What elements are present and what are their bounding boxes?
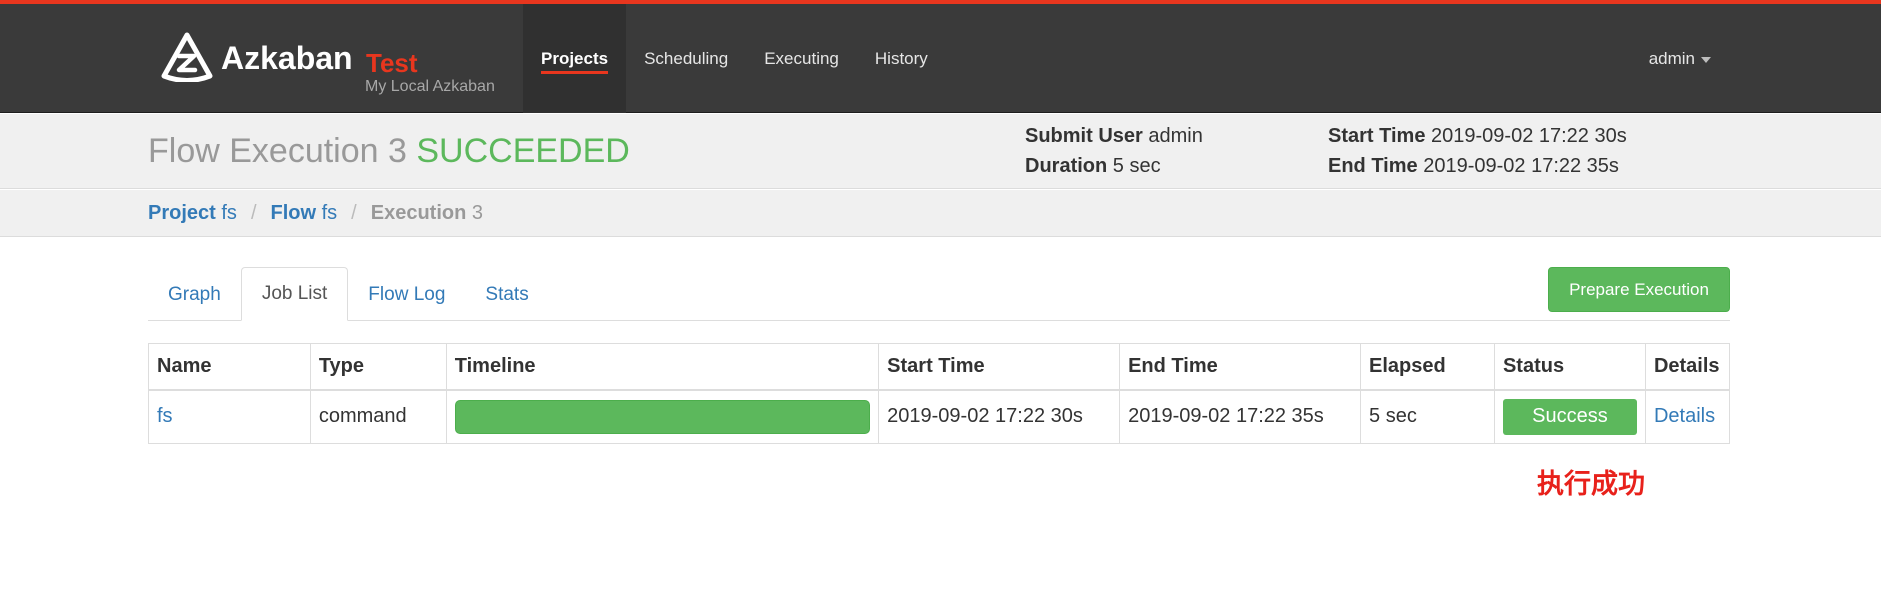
job-timeline-cell <box>445 389 880 444</box>
job-end-time-cell: 2019-09-02 17:22 35s <box>1119 389 1362 444</box>
duration-label: Duration <box>1025 155 1108 177</box>
main-nav: Projects Scheduling Executing History <box>523 4 946 113</box>
brand-name: Azkaban <box>221 40 353 76</box>
active-nav-underline <box>541 71 609 74</box>
job-list-table: Name Type Timeline Start Time End Time E… <box>148 343 1731 444</box>
breadcrumb-execution-value: 3 <box>471 201 483 224</box>
azkaban-logo-icon <box>161 32 213 82</box>
column-header-type: Type <box>309 343 447 391</box>
duration-info: Duration 5 sec <box>1025 151 1161 181</box>
breadcrumb-project[interactable]: Project fs <box>148 202 237 225</box>
breadcrumb-separator: / <box>250 201 257 224</box>
tab-label: Graph <box>168 283 221 305</box>
tab-job-list[interactable]: Job List <box>240 267 349 321</box>
start-time-value: 2019-09-02 17:22 30s <box>1431 125 1627 147</box>
execution-tabs: Graph Job List Flow Log Stats <box>148 267 1730 321</box>
job-elapsed-cell: 5 sec <box>1360 389 1495 444</box>
execution-header: Flow Execution 3 SUCCEEDED Submit User a… <box>0 114 1881 189</box>
tab-flow-log[interactable]: Flow Log <box>348 268 465 321</box>
execution-status: SUCCEEDED <box>416 132 630 170</box>
table-row: fs command 2019-09-02 17:22 30s 2019-09-… <box>148 389 1731 444</box>
job-type-cell: command <box>309 389 447 444</box>
nav-item-label: Scheduling <box>644 48 729 68</box>
column-header-timeline: Timeline <box>445 343 880 391</box>
caret-down-icon <box>1701 56 1711 63</box>
tab-label: Flow Log <box>368 283 446 305</box>
job-name-cell: fs <box>148 389 311 444</box>
submit-user-label: Submit User <box>1025 125 1143 147</box>
table-header-row: Name Type Timeline Start Time End Time E… <box>148 343 1731 391</box>
brand-subtitle: My Local Azkaban <box>365 78 495 95</box>
nav-item-scheduling[interactable]: Scheduling <box>626 4 746 113</box>
status-badge: Success <box>1502 398 1637 435</box>
details-link[interactable]: Details <box>1654 405 1715 427</box>
tab-label: Stats <box>485 283 529 305</box>
job-name-link[interactable]: fs <box>157 405 173 427</box>
top-navbar: Azkaban Test My Local Azkaban Projects S… <box>0 0 1881 113</box>
end-time-label: End Time <box>1328 155 1418 177</box>
breadcrumb-separator: / <box>351 201 357 224</box>
duration-value: 5 sec <box>1112 155 1161 177</box>
column-header-status: Status <box>1493 343 1646 391</box>
breadcrumb-project-value: fs <box>221 201 237 224</box>
submit-user-info: Submit User admin <box>1025 121 1203 151</box>
brand-env: Test <box>366 48 418 78</box>
user-menu[interactable]: admin <box>1649 4 1711 113</box>
start-time-info: Start Time 2019-09-02 17:22 30s <box>1328 121 1627 151</box>
execution-title: Flow Execution 3 <box>148 132 407 170</box>
submit-user-value: admin <box>1148 125 1203 147</box>
page-title: Flow Execution 3 SUCCEEDED <box>148 132 630 171</box>
start-time-label: Start Time <box>1328 125 1426 147</box>
column-header-end-time: End Time <box>1119 343 1362 391</box>
timeline-track <box>454 399 871 434</box>
breadcrumb-flow-value: fs <box>321 201 338 224</box>
user-name: admin <box>1648 48 1695 68</box>
breadcrumb-execution-label: Execution <box>370 201 467 224</box>
tab-stats[interactable]: Stats <box>465 268 548 321</box>
column-header-start-time: Start Time <box>878 343 1121 391</box>
end-time-value: 2019-09-02 17:22 35s <box>1423 155 1619 177</box>
tab-graph[interactable]: Graph <box>148 268 241 321</box>
column-header-elapsed: Elapsed <box>1360 343 1495 391</box>
nav-item-projects[interactable]: Projects <box>523 4 627 113</box>
job-status-cell: Success <box>1493 389 1646 444</box>
annotation-text: 执行成功 <box>1537 469 1645 500</box>
column-header-details: Details <box>1644 343 1731 391</box>
timeline-bar <box>454 399 871 434</box>
job-start-time-cell: 2019-09-02 17:22 30s <box>878 389 1121 444</box>
breadcrumb-execution: Execution 3 <box>371 202 483 225</box>
end-time-info: End Time 2019-09-02 17:22 35s <box>1328 151 1619 181</box>
job-details-cell: Details <box>1644 389 1731 444</box>
nav-item-label: Projects <box>541 48 609 68</box>
breadcrumb-flow-label: Flow <box>270 201 317 224</box>
nav-item-history[interactable]: History <box>857 4 946 113</box>
nav-item-executing[interactable]: Executing <box>746 4 857 113</box>
nav-item-label: History <box>874 48 928 68</box>
breadcrumb-flow[interactable]: Flow fs <box>271 202 338 225</box>
prepare-execution-button[interactable]: Prepare Execution <box>1548 267 1730 312</box>
column-header-name: Name <box>148 343 311 391</box>
tab-label: Job List <box>261 283 328 304</box>
breadcrumb: Project fs / Flow fs / Execution 3 <box>0 190 1881 237</box>
breadcrumb-project-label: Project <box>148 201 216 224</box>
nav-item-label: Executing <box>764 48 839 68</box>
